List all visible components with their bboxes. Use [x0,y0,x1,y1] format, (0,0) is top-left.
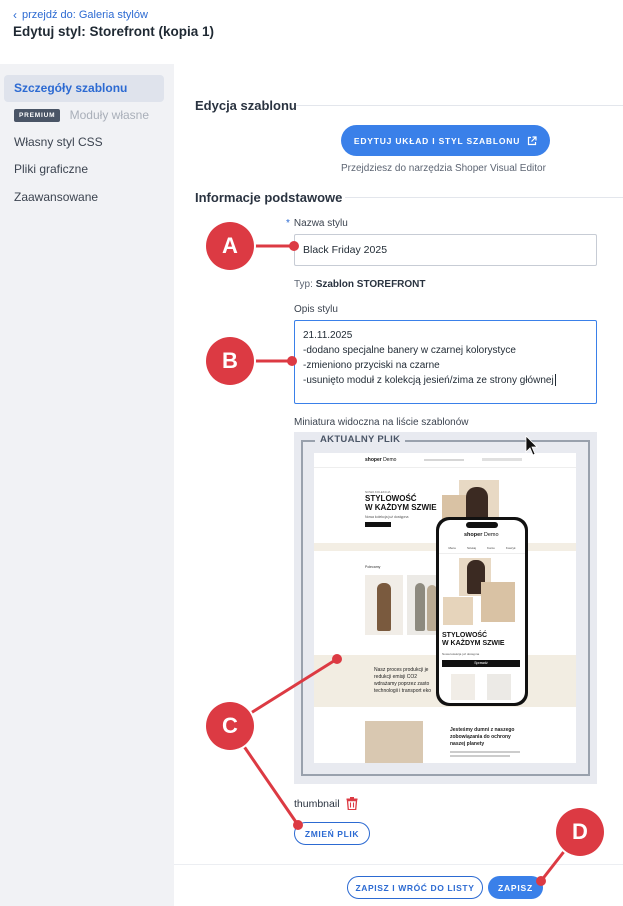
annotation-dot [332,654,342,664]
preview-hero-sub: Nowa kolekcja już dostępna [365,515,409,519]
sidebar-item-label: Moduły własne [69,108,150,122]
page-title: Edytuj styl: Storefront (kopia 1) [13,24,215,39]
edit-layout-button-label: EDYTUJ UKŁAD I STYL SZABLONU [353,135,521,146]
template-type: Typ: Szablon STOREFRONT [294,279,426,290]
sidebar-item-advanced[interactable]: Zaawansowane [4,184,164,211]
sidebar-item-custom-modules: PREMIUM Moduły własne [4,102,164,129]
preview-eco-text: Nasz proces produkcji je redukcji emisji… [374,667,431,694]
preview-icons [482,458,522,461]
sidebar-item-label: Szczegóły szablonu [14,81,128,95]
sidebar-item-custom-css[interactable]: Własny styl CSS [4,129,164,156]
name-label: * Nazwa stylu [286,218,348,229]
premium-badge: PREMIUM [14,109,61,123]
save-button[interactable]: ZAPISZ [488,876,543,899]
preview-nav [424,459,464,461]
current-file-legend: AKTUALNY PLIK [315,434,406,445]
preview-eco-photo [365,721,423,763]
save-and-back-button[interactable]: ZAPISZ I WRÓĆ DO LISTY [347,876,483,899]
annotation-dot [287,356,297,366]
annotation-dot [536,876,546,886]
back-link-label: przejdź do: Galeria stylów [22,9,148,21]
back-to-gallery-link[interactable]: ‹ przejdź do: Galeria stylów [13,8,148,22]
sidebar-item-label: Własny styl CSS [14,135,103,149]
description-line: 21.11.2025 [303,330,353,341]
file-name: thumbnail [294,797,340,810]
preview-hero-title: STYLOWOŚĆ W KAŻDYM SZWIE [365,494,437,512]
annotation-dot [289,241,299,251]
section-divider [345,197,623,198]
edit-layout-button[interactable]: EDYTUJ UKŁAD I STYL SZABLONU [341,125,550,156]
page-header: ‹ przejdź do: Galeria stylów Edytuj styl… [0,0,623,64]
preview-eco-line [450,751,520,753]
annotation-marker-c: C [206,702,254,750]
description-line: -dodano specjalne banery w czarnej kolor… [303,345,516,356]
thumbnail-label: Miniatura widoczna na liście szablonów [294,417,469,428]
annotation-marker-b: B [206,337,254,385]
description-label: Opis stylu [294,304,338,315]
section-divider [296,105,623,106]
style-name-input[interactable]: Black Friday 2025 [294,234,597,266]
editor-hint: Przejdziesz do narzędzia Shoper Visual E… [341,163,546,174]
file-row: thumbnail [294,797,358,810]
preview-eco-title: Jesteśmy dumni z naszego zobowiązania do… [450,727,515,747]
chevron-left-icon: ‹ [13,8,17,22]
sidebar-item-graphic-files[interactable]: Pliki graficzne [4,156,164,183]
template-type-value: Szablon STOREFRONT [315,279,426,290]
basic-info-title: Informacje podstawowe [195,190,343,205]
external-link-icon [528,135,537,145]
thumbnail-image[interactable]: shoper Demo NOWA KOLEKCJA STYLOWOŚĆ W KA… [314,453,576,763]
required-mark: * [286,218,290,229]
style-description-textarea[interactable]: 21.11.2025 -dodano specjalne banery w cz… [294,320,597,404]
preview-section-label: Polecamy [365,565,381,569]
preview-product [365,575,403,635]
preview-phone: shoper Demo Menu Szukaj Konto Koszyk STY… [436,517,528,706]
sidebar-item-label: Zaawansowane [14,190,99,204]
sidebar-item-template-details[interactable]: Szczegóły szablonu [4,75,164,102]
preview-hero-button [365,522,391,527]
description-line: -zmieniono przyciski na czarne [303,360,440,371]
preview-eco-line [450,755,510,757]
trash-icon[interactable] [346,797,358,810]
change-file-button[interactable]: ZMIEŃ PLIK [294,822,370,845]
annotation-marker-d: D [556,808,604,856]
description-line: -usunięto moduł z kolekcją jesień/zima z… [303,375,554,386]
preview-brand: shoper Demo [365,457,397,463]
sidebar-item-label: Pliki graficzne [14,162,89,176]
text-caret [554,374,556,387]
annotation-dot [293,820,303,830]
preview-divider [314,467,576,468]
edit-section-title: Edycja szablonu [195,98,297,113]
annotation-marker-a: A [206,222,254,270]
